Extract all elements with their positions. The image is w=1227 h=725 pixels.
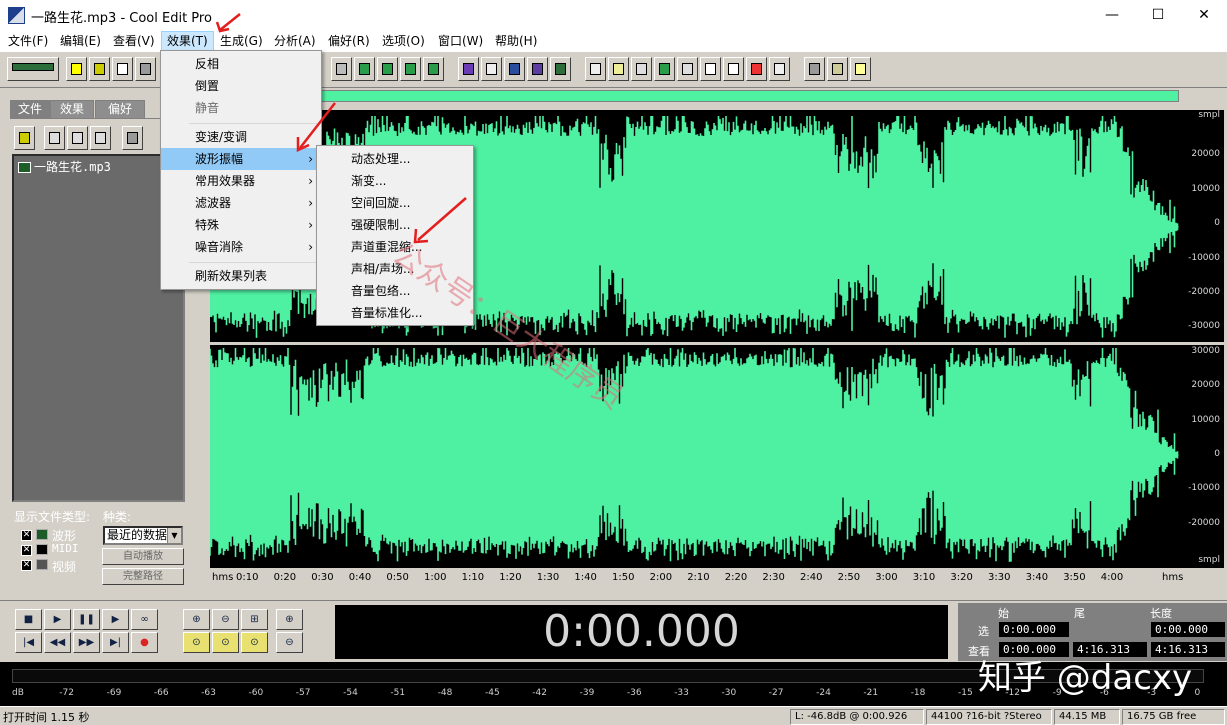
meter-tick-label: -42 <box>532 688 547 698</box>
meter-tick-label: -72 <box>59 688 74 698</box>
size-status: 44.15 MB <box>1054 709 1120 725</box>
loop-button[interactable]: ∞ <box>131 609 158 630</box>
meter-tick-label: -27 <box>768 688 784 698</box>
red-arrow-icon <box>296 102 336 152</box>
meter-tick-label: -69 <box>106 688 122 698</box>
meter-tick-label: -57 <box>295 688 311 698</box>
record-button[interactable]: ● <box>131 632 158 653</box>
go-to-end-button[interactable]: ▶| <box>102 632 129 653</box>
begin-header: 始 <box>998 607 1009 620</box>
meter-tick-label: 0 <box>1194 688 1201 698</box>
zoom-out-vertical-icon[interactable]: ⊖ <box>276 632 303 653</box>
meter-tick-label: -39 <box>579 688 595 698</box>
meter-tick-label: -51 <box>390 688 406 698</box>
length-header: 长度 <box>1150 607 1172 620</box>
meter-tick-label: -24 <box>816 688 831 698</box>
format-status: 44100 ?16-bit ?Stereo <box>926 709 1052 725</box>
meter-tick-label: -36 <box>626 688 642 698</box>
select-length-field[interactable]: 0:00.000 <box>1150 621 1226 638</box>
meter-tick-label: -63 <box>201 688 216 698</box>
select-end-field[interactable] <box>1072 621 1148 638</box>
meter-tick-label: -18 <box>910 688 926 698</box>
level-status: L: -46.8dB @ 0:00.926 <box>790 709 924 725</box>
meter-tick-label: -45 <box>485 688 500 698</box>
pause-button[interactable]: ❚❚ <box>73 609 100 630</box>
meter-tick-label: -30 <box>721 688 737 698</box>
zoom-right-icon[interactable]: ⊙ <box>241 632 268 653</box>
stop-button[interactable]: ■ <box>15 609 42 630</box>
red-arrow-icon <box>215 13 241 33</box>
meter-tick-label: -21 <box>863 688 879 698</box>
zoom-left-icon[interactable]: ⊙ <box>183 632 210 653</box>
meter-tick-label: -15 <box>958 688 973 698</box>
play-button[interactable]: ▶ <box>44 609 71 630</box>
meter-tick-label: -54 <box>343 688 358 698</box>
meter-tick-label: dB <box>12 688 24 698</box>
zoom-selection-icon[interactable]: ⊙ <box>212 632 239 653</box>
fast-forward-button[interactable]: ▶▶ <box>73 632 100 653</box>
select-row-label: 选 <box>978 625 989 638</box>
status-bar: 打开时间 1.15 秒 L: -46.8dB @ 0:00.926 44100 … <box>0 706 1227 725</box>
red-arrow-icon <box>413 197 467 244</box>
open-time-status: 打开时间 1.15 秒 <box>3 711 90 724</box>
free-space-status: 16.75 GB free <box>1122 709 1225 725</box>
rewind-button[interactable]: ◀◀ <box>44 632 71 653</box>
meter-tick-label: -60 <box>248 688 264 698</box>
meter-tick-label: -33 <box>674 688 689 698</box>
end-header: 尾 <box>1074 607 1085 620</box>
go-to-start-button[interactable]: |◀ <box>15 632 42 653</box>
zoom-in-vertical-icon[interactable]: ⊕ <box>276 609 303 630</box>
time-display: 0:00.000 <box>335 605 948 659</box>
watermark-corner: 知乎 @dacxy <box>978 658 1193 698</box>
zoom-in-icon[interactable]: ⊕ <box>183 609 210 630</box>
meter-tick-label: -48 <box>437 688 453 698</box>
meter-tick-label: -66 <box>153 688 169 698</box>
play-to-end-button[interactable]: ▶ <box>102 609 129 630</box>
select-begin-field[interactable]: 0:00.000 <box>998 621 1070 638</box>
zoom-full-icon[interactable]: ⊞ <box>241 609 268 630</box>
zoom-out-icon[interactable]: ⊖ <box>212 609 239 630</box>
